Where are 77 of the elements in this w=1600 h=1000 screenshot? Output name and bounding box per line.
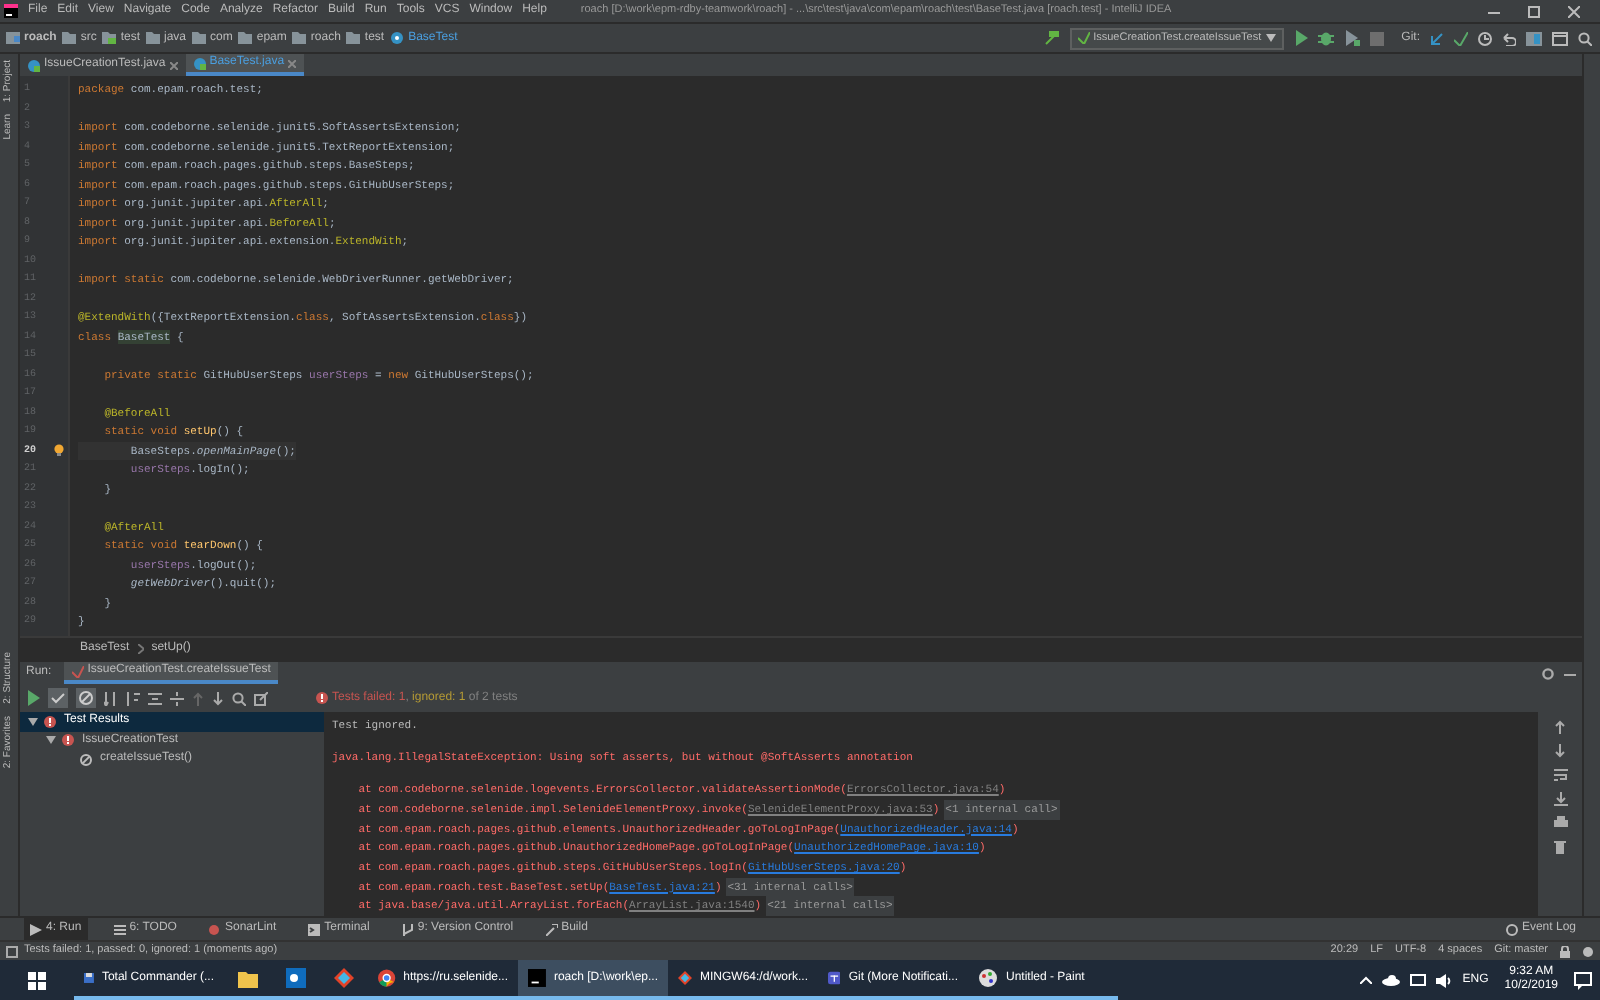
folder-icon — [346, 30, 361, 46]
class-icon — [28, 59, 40, 71]
diamond-icon — [678, 968, 692, 988]
ignored-icon — [80, 753, 92, 766]
palette-icon — [978, 968, 998, 988]
undo-icon[interactable] — [1502, 31, 1516, 45]
test-config-icon — [71, 665, 84, 677]
arrow-down-icon[interactable] — [1554, 744, 1566, 758]
windows-start-icon[interactable] — [28, 971, 46, 989]
arrow-up-icon[interactable] — [1554, 720, 1566, 734]
cloud-icon[interactable] — [1382, 974, 1401, 986]
lightbulb-icon — [54, 444, 64, 457]
sort-duration-icon[interactable] — [126, 691, 140, 705]
sonar-icon — [208, 923, 221, 935]
show-passed-toggle-icon[interactable] — [48, 688, 68, 708]
error-icon — [62, 734, 74, 747]
folder-icon — [192, 30, 207, 46]
caret-icon — [1265, 34, 1276, 42]
folder-icon — [6, 30, 20, 46]
run-icon[interactable] — [26, 690, 40, 706]
debug-icon[interactable] — [1317, 30, 1334, 46]
collapse-all-icon[interactable] — [170, 691, 184, 705]
todo-icon — [113, 923, 126, 935]
project-structure-icon[interactable] — [1526, 31, 1542, 45]
inspector-icon[interactable] — [1582, 945, 1594, 957]
run-icon[interactable] — [1293, 30, 1308, 46]
mail-app-icon — [286, 968, 306, 988]
settings-icon[interactable] — [1542, 667, 1554, 679]
close-icon — [288, 59, 297, 67]
folder-icon — [146, 30, 161, 46]
update-arrow-icon[interactable] — [1430, 31, 1444, 45]
show-ignored-toggle-icon[interactable] — [76, 688, 96, 708]
soft-wrap-icon[interactable] — [1553, 768, 1567, 782]
close-icon — [169, 61, 178, 69]
expand-all-icon[interactable] — [148, 691, 162, 705]
arrow-down-icon[interactable] — [212, 691, 224, 705]
coverage-icon[interactable] — [1343, 30, 1360, 46]
commit-check-icon[interactable] — [1454, 31, 1468, 45]
folder-icon — [238, 968, 258, 988]
terminal-icon — [308, 923, 321, 935]
class-icon — [193, 57, 206, 69]
build-icon — [545, 923, 558, 935]
chevron-icon — [137, 644, 144, 654]
search-icon[interactable] — [232, 691, 246, 705]
clock-icon[interactable] — [1478, 31, 1492, 45]
test-config-icon — [1077, 32, 1090, 44]
ide-app-icon — [528, 968, 546, 988]
export-icon[interactable] — [254, 691, 268, 705]
close-icon[interactable] — [1568, 5, 1580, 17]
folder-icon — [62, 30, 77, 46]
folder-icon — [238, 30, 253, 46]
print-icon[interactable] — [1553, 816, 1567, 830]
hammer-icon[interactable] — [1043, 30, 1060, 46]
run-icon — [30, 923, 42, 935]
window-layout-icon[interactable] — [1552, 31, 1568, 45]
diamond-icon — [334, 968, 354, 988]
app-logo-icon — [4, 4, 18, 18]
speech-bubble-icon — [1505, 923, 1518, 935]
scroll-to-end-icon[interactable] — [1553, 792, 1567, 806]
notification-icon[interactable] — [1574, 971, 1592, 989]
speaker-icon[interactable] — [1436, 973, 1453, 987]
network-icon[interactable] — [1410, 973, 1427, 987]
browser-icon — [378, 968, 396, 988]
error-icon — [44, 715, 56, 728]
search-icon[interactable] — [1578, 31, 1592, 45]
sort-alpha-icon[interactable] — [104, 691, 118, 705]
panel-toggle-icon[interactable] — [6, 945, 18, 957]
restore-icon[interactable] — [1528, 5, 1540, 17]
error-icon — [316, 692, 328, 704]
chat-app-icon — [828, 968, 841, 988]
lock-icon[interactable] — [1560, 945, 1570, 957]
vcs-icon — [401, 923, 414, 935]
trash-icon[interactable] — [1554, 840, 1566, 854]
class-icon — [390, 30, 405, 46]
folder-icon — [292, 30, 307, 46]
folder-icon — [102, 30, 117, 46]
chevron-up-icon[interactable] — [1360, 976, 1373, 984]
